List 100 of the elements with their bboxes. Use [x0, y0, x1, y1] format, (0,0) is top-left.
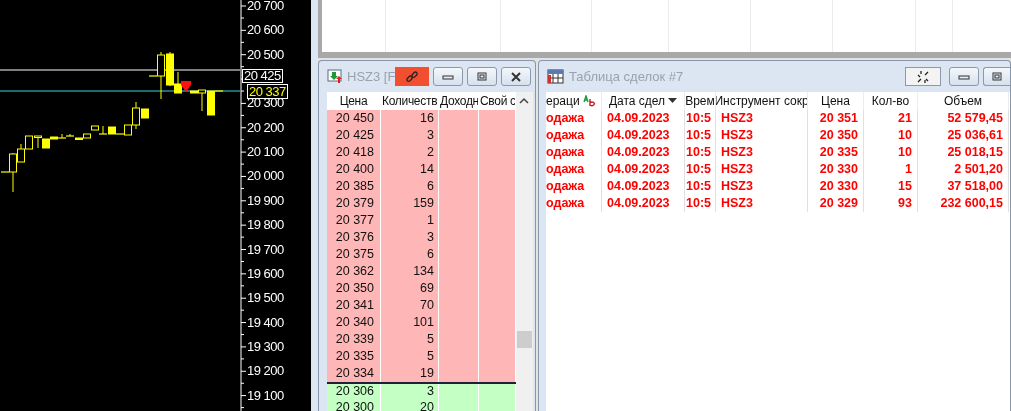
- filter-text-icon[interactable]: [582, 95, 597, 107]
- order-book-row[interactable]: 20 425 3: [327, 127, 516, 144]
- table-cell: 20 329: [808, 195, 864, 212]
- table-cell: 20 330: [808, 178, 864, 195]
- table-cell: HSZ3: [716, 127, 808, 144]
- table-cell: 232 600,15: [918, 195, 1009, 212]
- column-label: ераци: [546, 94, 580, 108]
- order-book-row[interactable]: 20 340 101: [327, 314, 516, 331]
- price-axis-label: 20 100: [247, 144, 284, 161]
- column-header[interactable]: Дата сдел: [602, 92, 685, 110]
- order-book-row[interactable]: 20 306 3: [327, 382, 516, 399]
- price-axis-label: 20 500: [247, 46, 284, 63]
- price-axis-label: 19 100: [247, 387, 284, 404]
- minimize-icon: [442, 73, 455, 80]
- broken-link-icon: [916, 69, 930, 84]
- price-axis-label: 20 700: [247, 0, 284, 14]
- table-cell: 21: [864, 110, 918, 127]
- column-label: Дата сдел: [608, 94, 666, 108]
- price-axis-label: 19 600: [247, 265, 284, 282]
- order-book-row[interactable]: 20 350 69: [327, 280, 516, 297]
- restore-button[interactable]: [983, 67, 1010, 86]
- price-axis-label: 19 400: [247, 314, 284, 331]
- order-book-row[interactable]: 20 385 6: [327, 178, 516, 195]
- table-cell: 04.09.2023: [602, 127, 685, 144]
- sort-down-icon[interactable]: [668, 98, 678, 104]
- restore-icon: [476, 71, 489, 82]
- window-title: Таблица сделок #7: [569, 69, 684, 84]
- column-label: Объем: [943, 94, 983, 108]
- table-cell: 15: [864, 178, 918, 195]
- order-book-row[interactable]: 20 377 1: [327, 212, 516, 229]
- price-axis-label: 20 600: [247, 22, 284, 39]
- table-cell: 20 351: [808, 110, 864, 127]
- order-book-row[interactable]: 20 300 20: [327, 399, 516, 411]
- column-header[interactable]: Врем: [685, 92, 716, 110]
- minimize-icon: [958, 73, 970, 80]
- table-cell: одажа: [546, 144, 602, 161]
- sell-marker-icon: [181, 81, 191, 92]
- table-cell: 93: [864, 195, 918, 212]
- column-label: Цена: [821, 94, 850, 108]
- link-button[interactable]: [395, 67, 430, 86]
- table-cell: 04.09.2023: [602, 161, 685, 178]
- price-axis-label: 20 000: [247, 168, 284, 185]
- table-cell: 1: [864, 161, 918, 178]
- table-cell: 04.09.2023: [602, 195, 685, 212]
- order-book-row[interactable]: 20 334 19: [327, 365, 516, 382]
- scrollbar-thumb[interactable]: [517, 331, 532, 348]
- order-book-row[interactable]: 20 375 6: [327, 246, 516, 263]
- price-axis-label: 19 200: [247, 363, 284, 380]
- table-cell: 52 579,45: [918, 110, 1009, 127]
- table-cell: HSZ3: [716, 144, 808, 161]
- price-cell: 20 300: [327, 399, 381, 411]
- quantity-cell: 20: [381, 399, 439, 411]
- restore-icon: [991, 71, 1003, 82]
- column-header[interactable]: Объем: [918, 92, 1009, 110]
- column-header[interactable]: Кол-во: [864, 92, 918, 110]
- price-axis-label: 19 900: [247, 192, 284, 209]
- table-cell: 10:5: [685, 161, 716, 178]
- scrollbar[interactable]: [516, 92, 533, 411]
- column-header[interactable]: Цена: [808, 92, 864, 110]
- table-cell: одажа: [546, 178, 602, 195]
- table-cell: 10:5: [685, 178, 716, 195]
- table-cell: HSZ3: [716, 110, 808, 127]
- order-book-row[interactable]: 20 341 70: [327, 297, 516, 314]
- table-cell: 10:5: [685, 110, 716, 127]
- close-button[interactable]: [501, 67, 532, 86]
- table-cell: 25 036,61: [918, 127, 1009, 144]
- table-cell: 10: [864, 144, 918, 161]
- order-book-row[interactable]: 20 379 159: [327, 195, 516, 212]
- table-cell: 20 335: [808, 144, 864, 161]
- order-book-row[interactable]: 20 335 5: [327, 348, 516, 365]
- table-cell: HSZ3: [716, 161, 808, 178]
- table-cell: одажа: [546, 127, 602, 144]
- order-book-row[interactable]: 20 400 14: [327, 161, 516, 178]
- table-cell: 10:5: [685, 195, 716, 212]
- table-cell: 04.09.2023: [602, 144, 685, 161]
- order-book-row[interactable]: 20 418 2: [327, 144, 516, 161]
- table-cell: одажа: [546, 195, 602, 212]
- price-axis-label: 19 800: [247, 217, 284, 234]
- price-tag: 20 337: [247, 84, 288, 99]
- table-cell: 10:5: [685, 144, 716, 161]
- table-cell: одажа: [546, 161, 602, 178]
- minimize-button[interactable]: [949, 67, 979, 86]
- scroll-up-icon[interactable]: [519, 97, 529, 105]
- order-book-row[interactable]: 20 450 16: [327, 110, 516, 127]
- price-axis-label: 19 700: [247, 241, 284, 258]
- table-cell: 10: [864, 127, 918, 144]
- order-book-row[interactable]: 20 339 5: [327, 331, 516, 348]
- close-icon: [510, 71, 523, 82]
- link-icon: [405, 69, 420, 84]
- column-label: Кол-во: [871, 94, 910, 108]
- table-cell: 04.09.2023: [602, 110, 685, 127]
- order-book-icon: [327, 68, 343, 85]
- order-book-row[interactable]: 20 376 3: [327, 229, 516, 246]
- table-cell: 20 350: [808, 127, 864, 144]
- order-book-row[interactable]: 20 362 134: [327, 263, 516, 280]
- table-cell: 20 330: [808, 161, 864, 178]
- table-cell: 37 518,00: [918, 178, 1009, 195]
- price-axis-label: 19 300: [247, 338, 284, 355]
- column-header[interactable]: ераци: [546, 92, 602, 110]
- unlink-button[interactable]: [905, 67, 941, 86]
